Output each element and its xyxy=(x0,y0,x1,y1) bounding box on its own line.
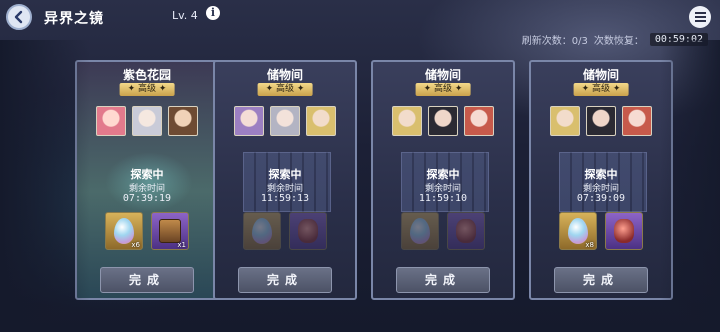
reward-item[interactable] xyxy=(243,212,281,250)
complete-button[interactable]: 完成 xyxy=(238,267,332,293)
reward-item[interactable]: x1 xyxy=(151,212,189,250)
grade-badge: ✦ 高级 ✦ xyxy=(119,83,175,96)
reward-qty: x8 xyxy=(585,241,594,249)
back-button[interactable] xyxy=(6,4,32,30)
reward-qty: x1 xyxy=(177,241,186,249)
page-title: 异界之镜 xyxy=(44,11,104,27)
character-portrait xyxy=(550,106,580,136)
remaining-time: 11:59:13 xyxy=(260,193,310,204)
card-header: 储物间 ✦ 高级 ✦ xyxy=(373,62,513,102)
expedition-card-purple-garden[interactable]: 紫色花园 ✦ 高级 ✦ 探索中 剩余时间 07:39:19 x6 x1 完成 xyxy=(75,60,219,300)
card-header: 储物间 ✦ 高级 ✦ xyxy=(531,62,671,102)
status-text: 探索中 xyxy=(130,168,164,181)
card-name: 紫色花园 xyxy=(122,68,171,82)
reward-list xyxy=(373,212,513,250)
reward-list: x8 xyxy=(531,212,671,250)
team-portraits xyxy=(77,106,217,136)
character-portrait xyxy=(270,106,300,136)
reward-item[interactable] xyxy=(447,212,485,250)
character-portrait xyxy=(234,106,264,136)
expedition-card-storage-room[interactable]: 储物间 ✦ 高级 ✦ 探索中 剩余时间 07:39:09 x8 完成 xyxy=(529,60,673,300)
status-text: 探索中 xyxy=(584,168,618,181)
card-name: 储物间 xyxy=(266,68,303,82)
menu-button[interactable] xyxy=(689,6,711,28)
gem-icon xyxy=(298,219,318,243)
character-portrait xyxy=(96,106,126,136)
character-portrait xyxy=(306,106,336,136)
reward-item[interactable]: x6 xyxy=(105,212,143,250)
team-portraits xyxy=(531,106,671,136)
card-name: 储物间 xyxy=(424,68,461,82)
reward-item[interactable] xyxy=(605,212,643,250)
back-arrow-icon xyxy=(14,10,23,24)
grade-badge: ✦ 高级 ✦ xyxy=(415,83,471,96)
egg-icon xyxy=(410,218,430,244)
team-portraits xyxy=(373,106,513,136)
character-portrait xyxy=(428,106,458,136)
complete-button[interactable]: 完成 xyxy=(554,267,648,293)
refresh-count: 刷新次数：0/3 xyxy=(521,36,588,47)
character-portrait xyxy=(392,106,422,136)
gem-icon xyxy=(614,219,634,243)
character-portrait xyxy=(464,106,494,136)
hamburger-menu-icon xyxy=(694,12,706,14)
gem-icon xyxy=(456,219,476,243)
character-portrait xyxy=(168,106,198,136)
reward-list xyxy=(215,212,355,250)
remaining-time: 07:39:19 xyxy=(122,193,172,204)
level-label: Lv. 4 xyxy=(172,9,198,22)
reward-item[interactable]: x8 xyxy=(559,212,597,250)
recover-label: 次数恢复： xyxy=(593,36,644,47)
remaining-time: 07:39:09 xyxy=(576,193,626,204)
status-text: 探索中 xyxy=(426,168,460,181)
complete-button[interactable]: 完成 xyxy=(100,267,194,293)
reward-list: x6 x1 xyxy=(77,212,217,250)
team-portraits xyxy=(215,106,355,136)
reward-item[interactable] xyxy=(289,212,327,250)
treasure-box-icon xyxy=(159,219,181,243)
character-portrait xyxy=(586,106,616,136)
reward-item[interactable] xyxy=(401,212,439,250)
character-portrait xyxy=(132,106,162,136)
card-header: 紫色花园 ✦ 高级 ✦ xyxy=(77,62,217,102)
expedition-card-storage-room[interactable]: 储物间 ✦ 高级 ✦ 探索中 剩余时间 11:59:13 完成 xyxy=(213,60,357,300)
refresh-info: 刷新次数：0/3 次数恢复： 00:59:02 xyxy=(522,32,708,47)
grade-badge: ✦ 高级 ✦ xyxy=(573,83,629,96)
info-icon[interactable]: i xyxy=(206,6,220,20)
status-text: 探索中 xyxy=(268,168,302,181)
grade-badge: ✦ 高级 ✦ xyxy=(257,83,313,96)
character-portrait xyxy=(622,106,652,136)
egg-icon xyxy=(252,218,272,244)
expedition-card-storage-room[interactable]: 储物间 ✦ 高级 ✦ 探索中 剩余时间 11:59:10 完成 xyxy=(371,60,515,300)
reward-qty: x6 xyxy=(131,241,140,249)
recover-timer: 00:59:02 xyxy=(649,33,708,46)
card-name: 储物间 xyxy=(582,68,619,82)
top-bar: 异界之镜 Lv. 4 i xyxy=(0,0,720,32)
card-header: 储物间 ✦ 高级 ✦ xyxy=(215,62,355,102)
remaining-time: 11:59:10 xyxy=(418,193,468,204)
complete-button[interactable]: 完成 xyxy=(396,267,490,293)
